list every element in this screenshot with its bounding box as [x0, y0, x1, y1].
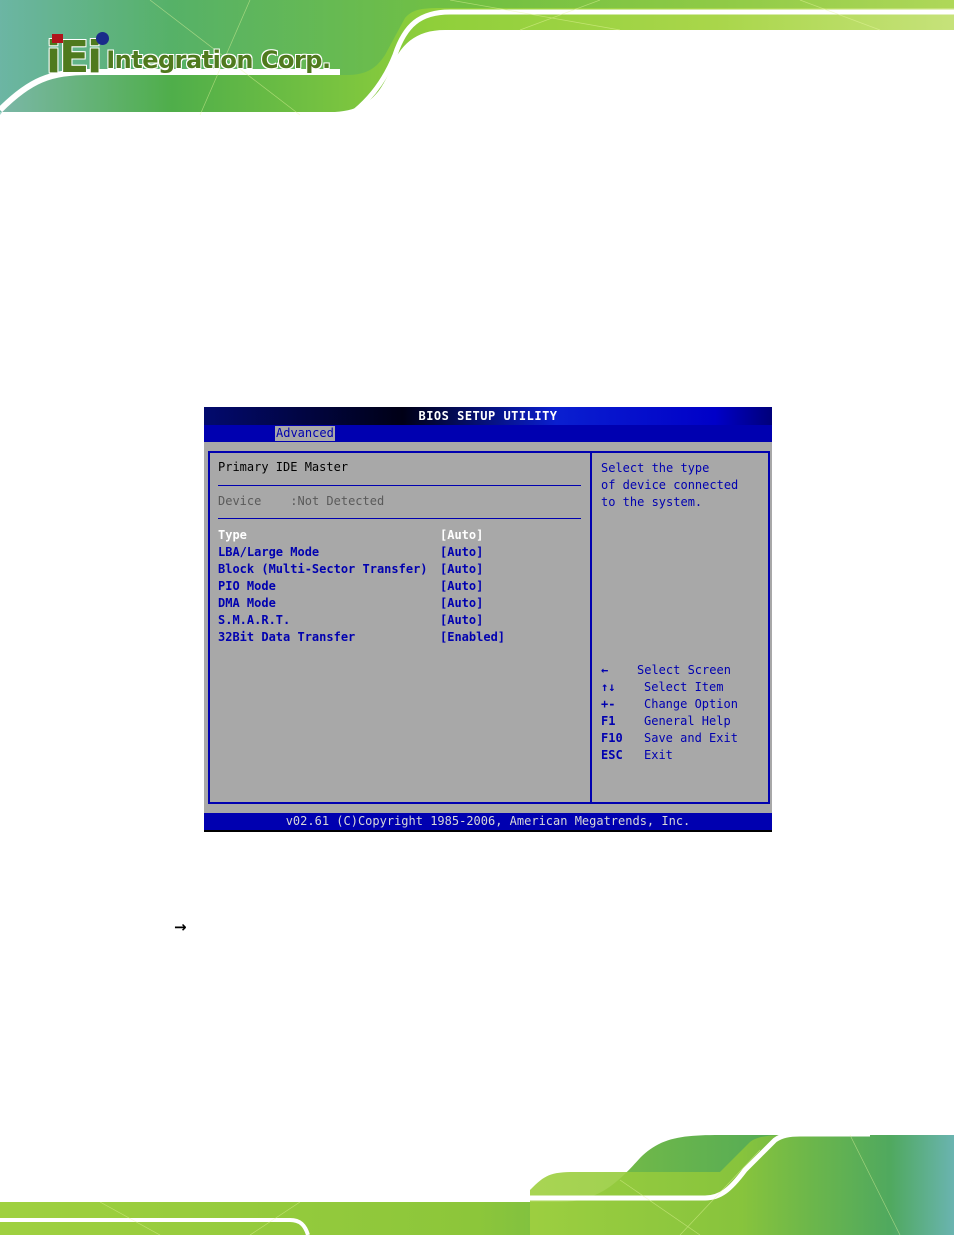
key-description: Select Item [644, 680, 724, 694]
tab-advanced[interactable]: Advanced [275, 426, 335, 441]
logo-blue-dot [96, 32, 109, 45]
setting-value[interactable]: [Auto] [440, 527, 483, 544]
f1-key: F1 [601, 714, 616, 728]
key-description: General Help [644, 714, 731, 728]
setting-type[interactable]: Type [Auto] [218, 527, 588, 544]
bios-menu-bar: Advanced [204, 425, 772, 442]
plus-minus-key: +- [601, 697, 616, 711]
setting-32bit-data-transfer[interactable]: 32Bit Data Transfer [Enabled] [218, 629, 588, 646]
help-text: Select the type of device connected to t… [601, 461, 739, 509]
key-description: Exit [644, 748, 673, 762]
divider [218, 485, 581, 486]
setting-value[interactable]: [Enabled] [440, 629, 505, 646]
key-description: Change Option [644, 697, 738, 711]
arrow-right-icon: → [174, 918, 187, 936]
footer-banner [0, 1120, 954, 1235]
setting-dma-mode[interactable]: DMA Mode [Auto] [218, 595, 588, 612]
setting-value[interactable]: [Auto] [440, 561, 483, 578]
setting-label: Block (Multi-Sector Transfer) [218, 562, 428, 576]
settings-list: Type [Auto] LBA/Large Mode [Auto] Block … [218, 527, 588, 646]
logo-text: Integration Corp. [106, 46, 331, 74]
setting-label: S.M.A.R.T. [218, 613, 291, 627]
logo-mark: iEi [46, 32, 109, 80]
device-value: :Not Detected [290, 494, 385, 508]
device-label: Device [218, 494, 262, 508]
divider [218, 518, 581, 519]
setting-value[interactable]: [Auto] [440, 595, 483, 612]
setting-label: DMA Mode [218, 596, 276, 610]
setting-value[interactable]: [Auto] [440, 544, 483, 561]
footer-banner-graphic [0, 1131, 954, 1235]
setting-label: Type [218, 528, 247, 542]
setting-block-transfer[interactable]: Block (Multi-Sector Transfer) [Auto] [218, 561, 588, 578]
key-description: Select Screen [637, 663, 731, 677]
key-description: Save and Exit [644, 731, 738, 745]
bios-screen: BIOS SETUP UTILITY Advanced Primary IDE … [204, 407, 772, 832]
setting-pio-mode[interactable]: PIO Mode [Auto] [218, 578, 588, 595]
section-title: Primary IDE Master [218, 460, 349, 474]
bios-copyright: v02.61 (C)Copyright 1985-2006, American … [204, 813, 772, 832]
up-down-arrow-icon: ↑↓ [601, 680, 616, 694]
setting-label: 32Bit Data Transfer [218, 630, 356, 644]
logo-red-square [52, 34, 63, 43]
setting-lba-large-mode[interactable]: LBA/Large Mode [Auto] [218, 544, 588, 561]
setting-label: LBA/Large Mode [218, 545, 320, 559]
setting-value[interactable]: [Auto] [440, 612, 483, 629]
esc-key: ESC [601, 748, 623, 762]
f10-key: F10 [601, 731, 623, 745]
setting-smart[interactable]: S.M.A.R.T. [Auto] [218, 612, 588, 629]
device-info: Device :Not Detected [218, 493, 384, 509]
header-banner: iEi Integration Corp. [0, 0, 954, 115]
setting-label: PIO Mode [218, 579, 276, 593]
setting-value[interactable]: [Auto] [440, 578, 483, 595]
left-arrow-icon: ← [601, 663, 609, 677]
bios-title: BIOS SETUP UTILITY [204, 407, 772, 425]
company-logo: iEi Integration Corp. [46, 28, 331, 80]
